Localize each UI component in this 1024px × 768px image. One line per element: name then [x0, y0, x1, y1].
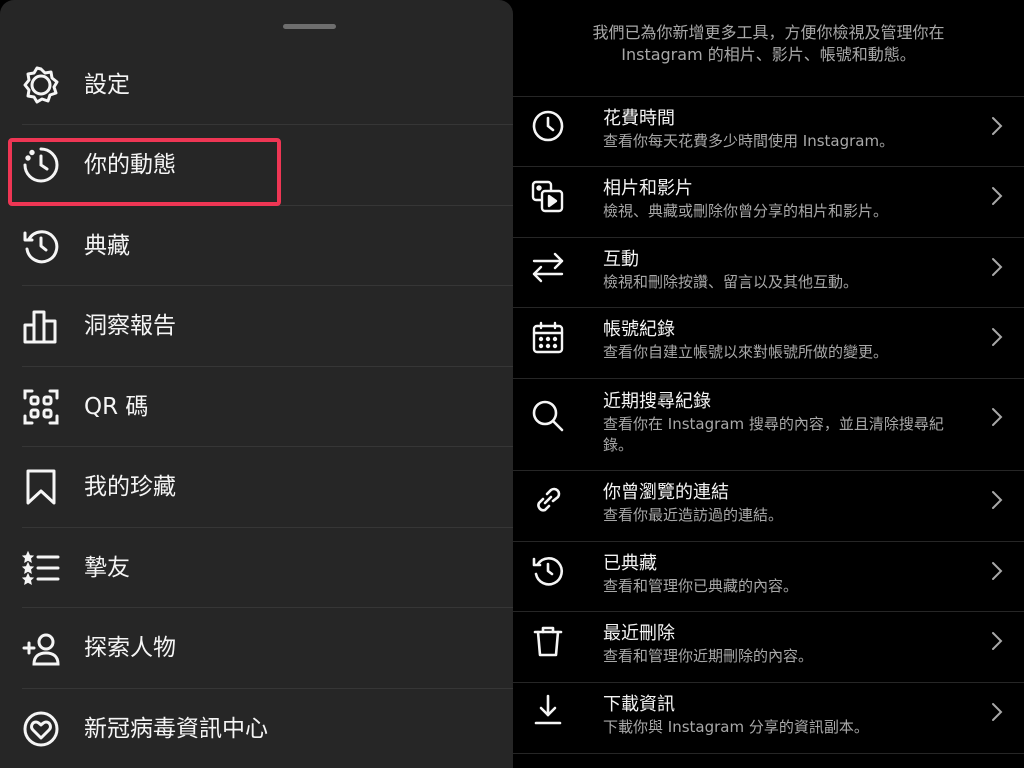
- add-person-icon: [22, 629, 60, 667]
- gear-icon: [22, 66, 60, 104]
- row-download-information[interactable]: 下載資訊 下載你與 Instagram 分享的資訊副本。: [513, 682, 1024, 753]
- row-title: 下載資訊: [603, 694, 675, 715]
- menu-panel: 設定 你的動態 典藏 洞察報告 QR 碼 我的珍藏 摯友 探索人物 新冠病毒資訊…: [0, 0, 513, 768]
- sheet-grabber[interactable]: [283, 24, 336, 29]
- row-title: 相片和影片: [603, 178, 693, 199]
- row-title: 帳號紀錄: [603, 319, 675, 340]
- row-description: 檢視、典藏或刪除你曾分享的相片和影片。: [603, 202, 889, 220]
- menu-item-label: 摯友: [84, 555, 130, 581]
- menu-item-label: 典藏: [84, 233, 130, 259]
- trash-icon: [531, 624, 565, 658]
- chevron-right-icon: [990, 326, 1004, 348]
- menu-item-archive[interactable]: 典藏: [22, 205, 513, 285]
- chevron-right-icon: [990, 701, 1004, 723]
- clock-icon: [531, 109, 565, 143]
- row-time-spent[interactable]: 花費時間 查看你每天花費多少時間使用 Instagram。: [513, 96, 1024, 166]
- photos-videos-icon: [531, 180, 565, 214]
- menu-item-label: 新冠病毒資訊中心: [84, 716, 268, 742]
- row-archived[interactable]: 已典藏 查看和管理你已典藏的內容。: [513, 541, 1024, 611]
- row-description: 下載你與 Instagram 分享的資訊副本。: [603, 718, 869, 736]
- row-title: 花費時間: [603, 108, 675, 129]
- row-description: 查看你在 Instagram 搜尋的內容，並且清除搜尋紀錄。: [603, 415, 944, 454]
- archive-icon: [22, 227, 60, 265]
- chevron-right-icon: [990, 560, 1004, 582]
- insights-icon: [22, 307, 60, 345]
- row-account-history[interactable]: 帳號紀錄 查看你自建立帳號以來對帳號所做的變更。: [513, 307, 1024, 378]
- calendar-icon: [531, 321, 565, 355]
- row-description: 查看和管理你已典藏的內容。: [603, 577, 799, 595]
- menu-item-insights[interactable]: 洞察報告: [22, 285, 513, 365]
- menu-item-label: QR 碼: [84, 394, 149, 420]
- row-description: 檢視和刪除按讚、留言以及其他互動。: [603, 273, 859, 291]
- menu-item-saved[interactable]: 我的珍藏: [22, 446, 513, 526]
- row-title: 你曾瀏覽的連結: [603, 482, 729, 503]
- row-title: 近期搜尋紀錄: [603, 391, 711, 412]
- archive-icon: [531, 554, 565, 588]
- link-icon: [531, 483, 565, 517]
- row-recently-deleted[interactable]: 最近刪除 查看和管理你近期刪除的內容。: [513, 611, 1024, 682]
- qr-code-icon: [22, 388, 60, 426]
- activity-panel: 我們已為你新增更多工具，方便你檢視及管理你在 Instagram 的相片、影片、…: [513, 0, 1024, 768]
- download-icon: [531, 693, 565, 727]
- menu-item-discover-people[interactable]: 探索人物: [22, 607, 513, 687]
- interactions-icon: [531, 250, 565, 284]
- search-icon: [531, 399, 565, 433]
- chevron-right-icon: [990, 489, 1004, 511]
- row-links-visited[interactable]: 你曾瀏覽的連結 查看你最近造訪過的連結。: [513, 470, 1024, 541]
- menu-item-settings[interactable]: 設定: [22, 44, 513, 124]
- menu-item-close-friends[interactable]: 摯友: [21, 527, 513, 607]
- chevron-right-icon: [990, 185, 1004, 207]
- row-title: 最近刪除: [603, 623, 675, 644]
- row-description: 查看和管理你近期刪除的內容。: [603, 647, 814, 665]
- row-description: 查看你最近造訪過的連結。: [603, 506, 784, 524]
- highlight-box: [8, 138, 281, 206]
- row-recent-searches[interactable]: 近期搜尋紀錄 查看你在 Instagram 搜尋的內容，並且清除搜尋紀錄。: [513, 378, 1024, 470]
- divider: [513, 753, 1024, 754]
- chevron-right-icon: [990, 406, 1004, 428]
- intro-text: 我們已為你新增更多工具，方便你檢視及管理你在 Instagram 的相片、影片、…: [513, 22, 1024, 66]
- menu-item-label: 洞察報告: [84, 313, 176, 339]
- covid-info-icon: [22, 710, 60, 748]
- bookmark-icon: [22, 468, 60, 506]
- chevron-right-icon: [990, 256, 1004, 278]
- chevron-right-icon: [990, 115, 1004, 137]
- menu-item-label: 我的珍藏: [84, 474, 176, 500]
- chevron-right-icon: [990, 630, 1004, 652]
- row-description: 查看你每天花費多少時間使用 Instagram。: [603, 132, 895, 150]
- row-photos-videos[interactable]: 相片和影片 檢視、典藏或刪除你曾分享的相片和影片。: [513, 166, 1024, 237]
- row-description: 查看你自建立帳號以來對帳號所做的變更。: [603, 343, 889, 361]
- menu-item-label: 設定: [84, 72, 130, 98]
- intro-line: 我們已為你新增更多工具，方便你檢視及管理你在: [592, 23, 945, 42]
- close-friends-icon: [21, 549, 60, 587]
- menu-item-qr-code[interactable]: QR 碼: [22, 366, 513, 446]
- row-interactions[interactable]: 互動 檢視和刪除按讚、留言以及其他互動。: [513, 237, 1024, 307]
- menu-item-covid-info[interactable]: 新冠病毒資訊中心: [22, 688, 513, 768]
- row-title: 已典藏: [603, 553, 657, 574]
- row-title: 互動: [603, 249, 639, 270]
- intro-line: Instagram 的相片、影片、帳號和動態。: [621, 45, 916, 64]
- menu-item-label: 探索人物: [84, 635, 176, 661]
